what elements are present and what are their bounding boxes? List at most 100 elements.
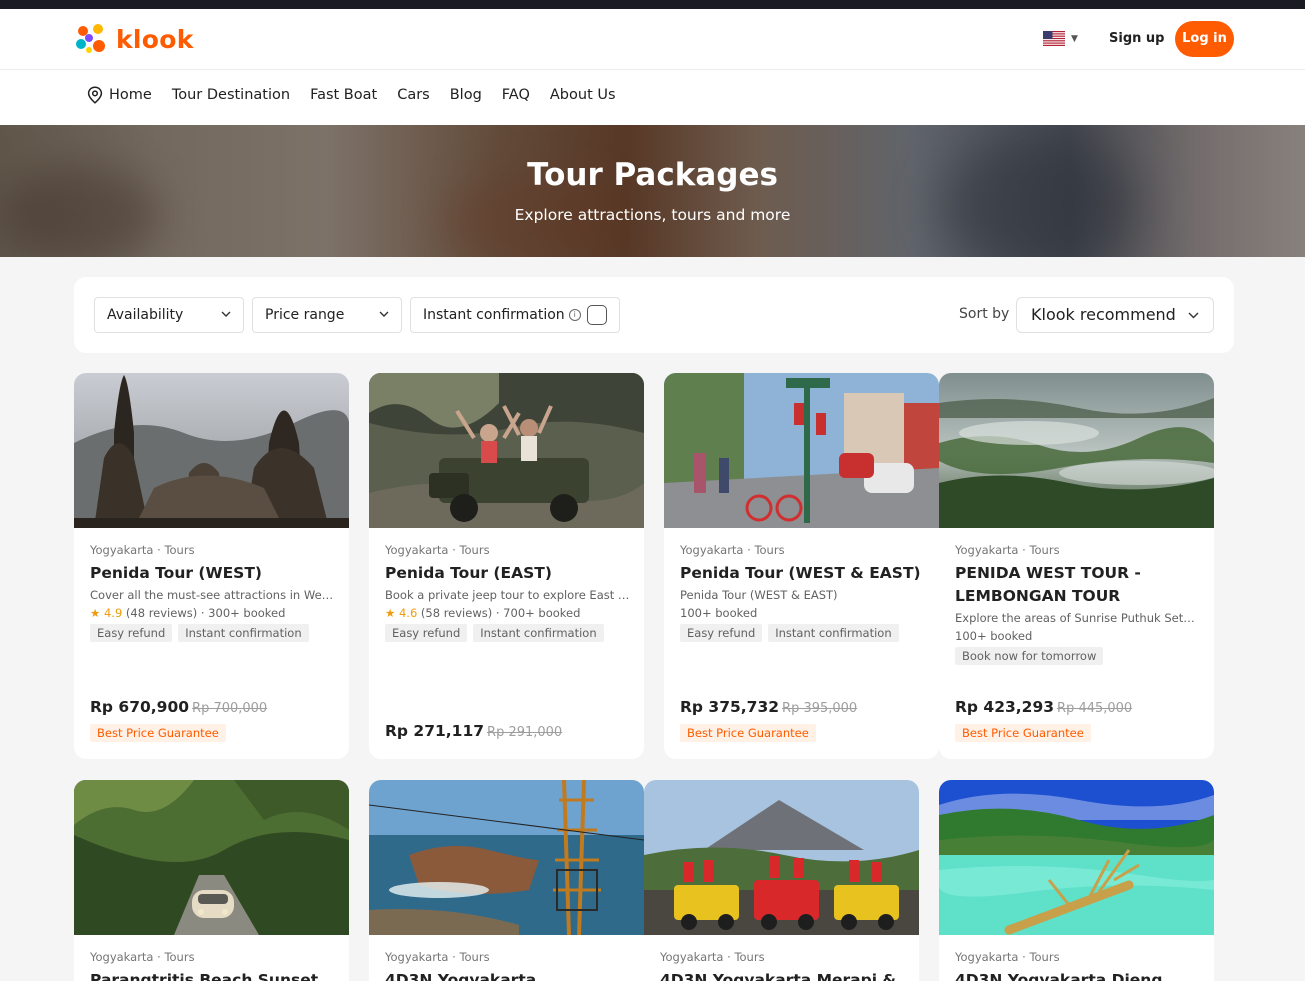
tag-instant-confirmation: Instant confirmation (473, 624, 604, 642)
price-range-filter[interactable]: Price range (252, 297, 402, 333)
tag-easy-refund: Easy refund (90, 624, 173, 642)
rating-score: 4.9 (103, 606, 123, 620)
language-caret-icon[interactable]: ▼ (1071, 34, 1078, 44)
star-icon: ★ (385, 606, 396, 620)
nav-item-cars[interactable]: Cars (397, 87, 430, 103)
tour-image-cable-car (369, 780, 644, 935)
tour-image-jeep (369, 373, 644, 528)
tour-price: Rp 375,732 Rp 395,000 (680, 698, 857, 716)
page-subtitle: Explore attractions, tours and more (514, 206, 791, 224)
tour-tags: Book now for tomorrow (955, 647, 1200, 665)
us-flag-icon[interactable] (1043, 31, 1065, 46)
review-count: (48 reviews) (125, 606, 198, 620)
nav-item-home[interactable]: Home (87, 86, 152, 104)
original-price: Rp 395,000 (782, 701, 858, 716)
sort-value: Klook recommend (1031, 305, 1176, 324)
tour-card[interactable]: Yogyakarta · Tours Penida Tour (WEST) Co… (74, 373, 349, 759)
tour-image-crater-lake (939, 780, 1214, 935)
tag-book-now-for-tomorrow: Book now for tomorrow (955, 647, 1104, 665)
nav-item-blog[interactable]: Blog (450, 87, 482, 103)
nav-item-about-us[interactable]: About Us (550, 87, 616, 103)
tour-price: Rp 423,293 Rp 445,000 (955, 698, 1132, 716)
sort-select[interactable]: Klook recommend (1016, 297, 1214, 333)
tour-card[interactable]: Yogyakarta · Tours 4D3N Yogyakarta Merap… (644, 780, 919, 981)
current-price: Rp 670,900 (90, 698, 190, 716)
tour-card[interactable]: Yogyakarta · Tours Penida Tour (WEST & E… (664, 373, 939, 759)
tour-price: Rp 271,117 Rp 291,000 (385, 722, 562, 740)
original-price: Rp 700,000 (192, 701, 268, 716)
current-price: Rp 423,293 (955, 698, 1055, 716)
tour-card[interactable]: Yogyakarta · Tours PENIDA WEST TOUR - LE… (939, 373, 1214, 759)
tour-meta: Yogyakarta · Tours (385, 543, 490, 557)
tour-title[interactable]: PENIDA WEST TOUR - LEMBONGAN TOUR (955, 562, 1200, 608)
tour-meta: Yogyakarta · Tours (90, 543, 195, 557)
tour-title[interactable]: 4D3N Yogyakarta Dieng (955, 969, 1200, 981)
original-price: Rp 291,000 (487, 725, 563, 740)
tour-meta: Yogyakarta · Tours (680, 543, 785, 557)
tour-image-misty-forest (939, 373, 1214, 528)
chevron-down-icon (221, 311, 231, 317)
tour-description: Explore the areas of Sunrise Puthuk Setu… (955, 611, 1200, 625)
tag-instant-confirmation: Instant confirmation (768, 624, 899, 642)
tour-meta: Yogyakarta · Tours (955, 950, 1060, 964)
nav-item-fast-boat[interactable]: Fast Boat (310, 87, 377, 103)
tour-title[interactable]: Penida Tour (EAST) (385, 562, 630, 585)
tour-meta: Yogyakarta · Tours (385, 950, 490, 964)
sign-up-button[interactable]: Sign up (1097, 29, 1176, 49)
main-nav: Home Tour Destination Fast Boat Cars Blo… (0, 70, 1305, 125)
tour-title[interactable]: Penida Tour (WEST & EAST) (680, 562, 925, 585)
tour-description: Penida Tour (WEST & EAST) (680, 588, 838, 602)
info-icon[interactable]: i (568, 309, 581, 321)
best-price-badge: Best Price Guarantee (90, 724, 226, 742)
booked-count: 100+ booked (955, 629, 1033, 643)
logo-text: klook (116, 24, 194, 54)
star-icon: ★ (90, 606, 101, 620)
tour-tags: Easy refund Instant confirmation (90, 624, 335, 642)
tour-card[interactable]: Yogyakarta · Tours 4D3N Yogyakarta Dieng (939, 780, 1214, 981)
tour-rating: ★ 4.6 (58 reviews) · 700+ booked (385, 606, 630, 620)
tour-card[interactable]: Yogyakarta · Tours 4D3N Yogyakarta Adven… (369, 780, 644, 981)
availability-label: Availability (107, 307, 184, 323)
sort-by-label: Sort by (959, 306, 1010, 322)
tour-title[interactable]: 4D3N Yogyakarta Adventure (385, 969, 630, 981)
tour-image-street (664, 373, 939, 528)
review-count: (58 reviews) (420, 606, 493, 620)
nav-item-tour-destination[interactable]: Tour Destination (172, 87, 290, 103)
tour-tags: Easy refund Instant confirmation (385, 624, 630, 642)
tour-tags: Easy refund Instant confirmation (680, 624, 925, 642)
tour-description: Book a private jeep tour to explore East… (385, 588, 630, 602)
nav-item-faq[interactable]: FAQ (502, 87, 530, 103)
tour-title[interactable]: Penida Tour (WEST) (90, 562, 335, 585)
instant-confirmation-checkbox[interactable] (587, 305, 607, 325)
tour-meta: Yogyakarta · Tours (90, 950, 195, 964)
current-price: Rp 271,117 (385, 722, 485, 740)
site-header: klook ▼ Sign up Log in (0, 9, 1305, 70)
instant-confirmation-filter[interactable]: Instant confirmation i (410, 297, 620, 333)
filter-bar: Availability Price range Instant confirm… (74, 277, 1234, 353)
tour-title[interactable]: Parangtritis Beach Sunset VW (90, 969, 335, 981)
rating-score: 4.6 (398, 606, 418, 620)
tour-image-borobudur (74, 373, 349, 528)
best-price-badge: Best Price Guarantee (680, 724, 816, 742)
klook-logo-icon (76, 24, 105, 53)
tour-meta: Yogyakarta · Tours (660, 950, 765, 964)
hero-banner: Tour Packages Explore attractions, tours… (0, 125, 1305, 257)
tour-description: Cover all the must-see attractions in We… (90, 588, 335, 602)
log-in-button[interactable]: Log in (1175, 21, 1234, 57)
nav-label-home: Home (109, 87, 152, 103)
tour-image-vw-road (74, 780, 349, 935)
original-price: Rp 445,000 (1057, 701, 1133, 716)
tour-card[interactable]: Yogyakarta · Tours Penida Tour (EAST) Bo… (369, 373, 644, 759)
booked-count: · 300+ booked (200, 606, 286, 620)
tour-card[interactable]: Yogyakarta · Tours Parangtritis Beach Su… (74, 780, 349, 981)
instant-confirmation-label: Instant confirmation (423, 307, 565, 323)
tag-easy-refund: Easy refund (385, 624, 468, 642)
chevron-down-icon (379, 311, 389, 317)
top-strip (0, 0, 1305, 9)
klook-logo[interactable]: klook (74, 22, 194, 56)
tag-instant-confirmation: Instant confirmation (178, 624, 309, 642)
tour-title[interactable]: 4D3N Yogyakarta Merapi & (660, 969, 905, 981)
map-pin-icon (87, 86, 103, 104)
availability-filter[interactable]: Availability (94, 297, 244, 333)
chevron-down-icon (1188, 312, 1199, 319)
